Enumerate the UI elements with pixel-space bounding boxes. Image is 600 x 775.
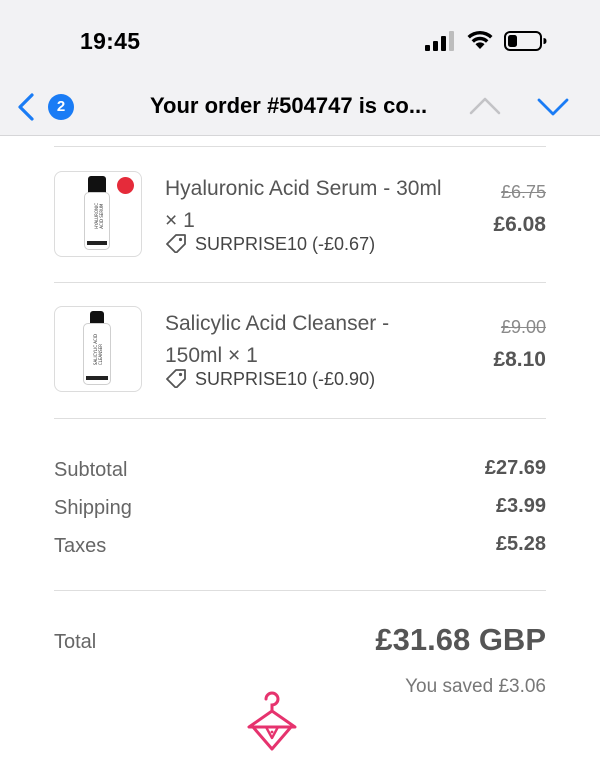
discount-text: SURPRISE10 (-£0.67) (195, 234, 376, 254)
discount-text: SURPRISE10 (-£0.90) (195, 369, 376, 389)
divider (54, 146, 546, 147)
total-label: Total (54, 631, 97, 653)
discount-code: SURPRISE10 (-£0.90) (165, 368, 375, 390)
chevron-up-icon[interactable] (468, 94, 502, 116)
product-name[interactable]: Salicylic Acid Cleanser - 150ml × 1 (165, 308, 445, 372)
subtotal-row: Subtotal £27.69 (54, 457, 546, 489)
chevron-left-icon[interactable] (14, 92, 38, 122)
unread-count-badge: 2 (48, 94, 74, 120)
mail-nav-bar: 2 Your order #504747 is co... (0, 78, 600, 136)
product-name[interactable]: Hyaluronic Acid Serum - 30ml × 1 (165, 173, 445, 237)
savings-text: You saved £3.06 (405, 676, 546, 697)
wifi-icon (467, 30, 493, 49)
status-bar: 19:45 (0, 0, 600, 78)
shipping-label: Shipping (54, 497, 132, 519)
product-image: HYALURONIC ACID SERUM (54, 171, 142, 257)
cellular-signal-icon (425, 31, 454, 51)
product-image: SALICYLIC ACID CLEANSER (54, 306, 142, 392)
taxes-row: Taxes £5.28 (54, 533, 546, 565)
original-price: £9.00 (500, 317, 546, 337)
order-line-item: HYALURONIC ACID SERUM Hyaluronic Acid Ser… (54, 171, 546, 271)
taxes-value: £5.28 (495, 533, 546, 555)
status-time: 19:45 (80, 28, 141, 54)
divider (54, 590, 546, 591)
order-line-item: SALICYLIC ACID CLEANSER Salicylic Acid Cl… (54, 306, 546, 406)
taxes-label: Taxes (54, 535, 107, 557)
hanger-logo-icon (247, 691, 297, 751)
subtotal-label: Subtotal (54, 459, 128, 481)
subtotal-value: £27.69 (484, 457, 546, 479)
shipping-row: Shipping £3.99 (54, 495, 546, 527)
promo-seal-icon (117, 177, 134, 194)
chevron-down-icon[interactable] (536, 96, 570, 118)
original-price: £6.75 (500, 182, 546, 202)
page-title: Your order #504747 is co... (150, 93, 428, 118)
total-value: £31.68 GBP (375, 622, 546, 657)
discounted-price: £8.10 (493, 348, 546, 371)
battery-icon (504, 31, 547, 51)
discount-code: SURPRISE10 (-£0.67) (165, 233, 375, 255)
discounted-price: £6.08 (493, 213, 546, 236)
divider (54, 282, 546, 283)
divider (54, 418, 546, 419)
shipping-value: £3.99 (495, 495, 546, 517)
tag-icon (166, 369, 186, 388)
tag-icon (166, 234, 186, 253)
